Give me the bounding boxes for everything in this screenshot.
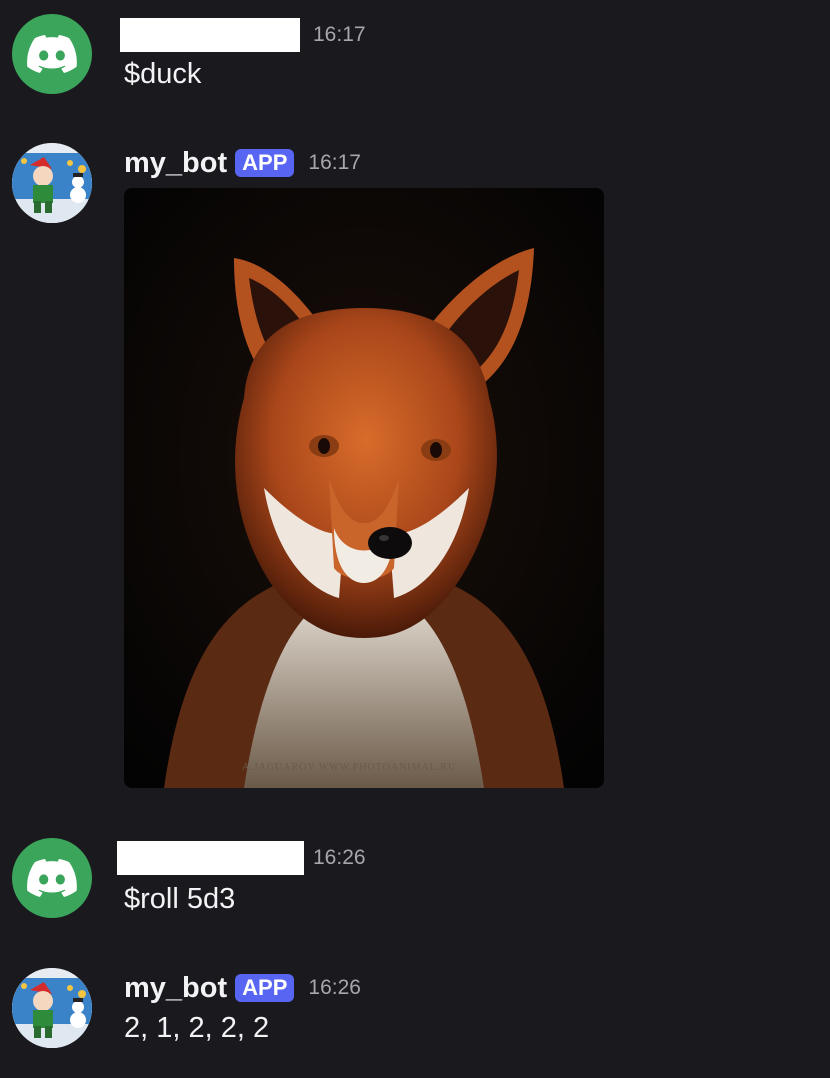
app-badge: APP xyxy=(235,149,295,177)
message-text: 2, 1, 2, 2, 2 xyxy=(124,1012,270,1044)
message-header: 16:26 xyxy=(117,841,366,875)
message-text: $duck xyxy=(124,58,202,90)
bot-avatar-icon[interactable] xyxy=(12,143,92,223)
timestamp: 16:17 xyxy=(308,151,361,174)
message-header: 16:17 xyxy=(120,18,366,52)
photo-watermark: A.JAGUAROV WWW.PHOTOANIMAL.RU xyxy=(242,762,457,773)
timestamp: 16:26 xyxy=(308,976,361,999)
timestamp: 16:17 xyxy=(313,23,366,46)
redacted-username[interactable] xyxy=(120,18,300,52)
bot-avatar-icon[interactable] xyxy=(12,968,92,1048)
username[interactable]: my_bot xyxy=(124,147,227,180)
redacted-username[interactable] xyxy=(117,841,304,875)
timestamp: 16:26 xyxy=(313,846,366,869)
image-attachment[interactable]: A.JAGUAROV WWW.PHOTOANIMAL.RU xyxy=(124,188,604,788)
discord-logo-icon[interactable] xyxy=(12,838,92,918)
message-header: my_bot APP 16:26 xyxy=(120,971,361,1005)
message-text: $roll 5d3 xyxy=(124,883,236,915)
discord-logo-icon[interactable] xyxy=(12,14,92,94)
chat-messages: 16:17 $duck my_bot APP 16:17 A.JAGUAROV … xyxy=(0,0,830,1078)
message-header: my_bot APP 16:17 xyxy=(120,146,361,180)
app-badge: APP xyxy=(235,974,295,1002)
username[interactable]: my_bot xyxy=(124,972,227,1005)
